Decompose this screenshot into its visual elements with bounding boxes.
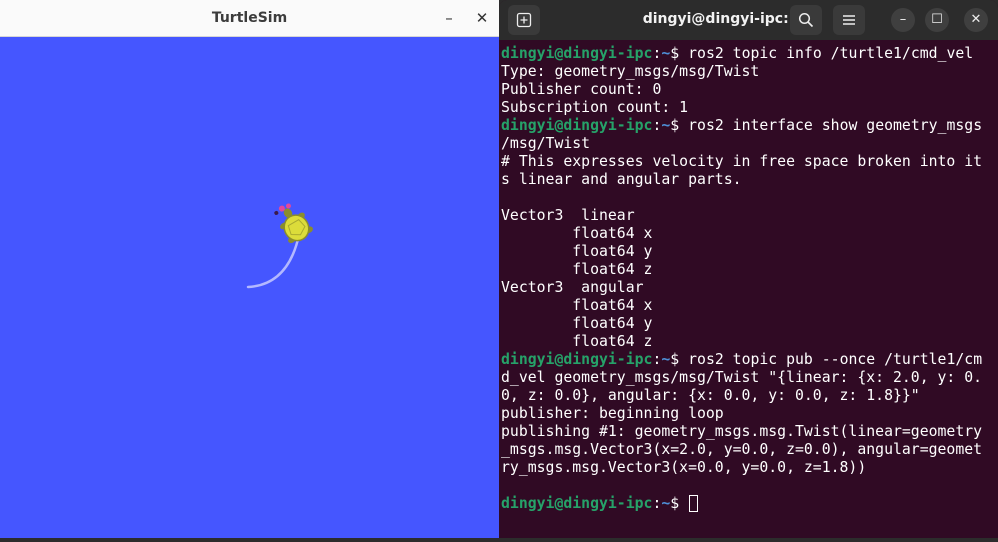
prompt-user: dingyi@dingyi-ipc: [501, 351, 653, 368]
terminal-headerbar[interactable]: dingyi@dingyi-ipc: ~ – ☐ ✕: [499, 0, 998, 40]
prompt-end: $: [670, 117, 689, 134]
output-line: s linear and angular parts.: [501, 171, 997, 189]
command-text: ros2 topic pub --once /turtle1/cm: [688, 351, 983, 368]
prompt-line: dingyi@dingyi-ipc:~$ ros2 interface show…: [501, 117, 997, 135]
output-text: ry_msgs.msg.Vector3(x=0.0, y=0.0, z=1.8)…: [501, 459, 867, 476]
output-line: Vector3 angular: [501, 279, 997, 297]
output-text: float64 x: [501, 225, 653, 242]
output-line: float64 x: [501, 225, 997, 243]
output-text: Type: geometry_msgs/msg/Twist: [501, 63, 760, 80]
output-line: publisher: beginning loop: [501, 405, 997, 423]
output-line: float64 z: [501, 261, 997, 279]
turtlesim-scene: [246, 203, 313, 289]
output-line: float64 y: [501, 315, 997, 333]
output-line: # This expresses velocity in free space …: [501, 153, 997, 171]
output-text: float64 y: [501, 243, 653, 260]
output-line: ry_msgs.msg.Vector3(x=0.0, y=0.0, z=1.8)…: [501, 459, 997, 477]
prompt-line: dingyi@dingyi-ipc:~$ ros2 topic info /tu…: [501, 45, 997, 63]
close-button[interactable]: ✕: [471, 7, 493, 29]
output-line: Subscription count: 1: [501, 99, 997, 117]
output-line: float64 x: [501, 297, 997, 315]
turtlesim-window: TurtleSim – ✕: [0, 0, 499, 538]
output-line: float64 y: [501, 243, 997, 261]
output-line: 0, z: 0.0}, angular: {x: 0.0, y: 0.0, z:…: [501, 387, 997, 405]
prompt-path: ~: [661, 351, 671, 368]
output-text: Vector3 linear: [501, 207, 635, 224]
minimize-button[interactable]: –: [438, 7, 460, 29]
terminal-window: dingyi@dingyi-ipc: ~ – ☐ ✕ dingyi@dingyi…: [499, 0, 998, 538]
turtlesim-canvas: [0, 37, 499, 538]
prompt-path: ~: [661, 495, 671, 512]
output-text: _msgs.msg.Vector3(x=2.0, y=0.0, z=0.0), …: [501, 441, 983, 458]
output-line: float64 z: [501, 333, 997, 351]
command-text: ros2 topic info /turtle1/cmd_vel: [688, 45, 974, 62]
prompt-path: ~: [661, 117, 671, 134]
output-text: /msg/Twist: [501, 135, 591, 152]
output-line: /msg/Twist: [501, 135, 997, 153]
output-line: Publisher count: 0: [501, 81, 997, 99]
prompt-end: $: [670, 45, 689, 62]
turtle-icon: [274, 203, 313, 244]
command-text: ros2 interface show geometry_msgs: [688, 117, 983, 134]
output-text: Vector3 angular: [501, 279, 644, 296]
output-text: Subscription count: 1: [501, 99, 689, 116]
maximize-button[interactable]: ☐: [925, 8, 949, 32]
output-text: Publisher count: 0: [501, 81, 662, 98]
output-text: 0, z: 0.0}, angular: {x: 0.0, y: 0.0, z:…: [501, 387, 920, 404]
window-title: TurtleSim: [211, 10, 288, 26]
output-text: float64 z: [501, 261, 653, 278]
minimize-button[interactable]: –: [891, 8, 915, 32]
search-icon: [798, 12, 814, 28]
output-line: Type: geometry_msgs/msg/Twist: [501, 63, 997, 81]
new-tab-icon: [516, 12, 532, 28]
hamburger-menu-icon: [843, 15, 855, 25]
prompt-path: ~: [661, 45, 671, 62]
menu-button[interactable]: [833, 5, 865, 35]
prompt-user: dingyi@dingyi-ipc: [501, 495, 653, 512]
output-text: # This expresses velocity in free space …: [501, 153, 983, 170]
prompt-user: dingyi@dingyi-ipc: [501, 45, 653, 62]
output-text: publisher: beginning loop: [501, 405, 724, 422]
output-text: float64 y: [501, 315, 653, 332]
prompt-end: $: [670, 351, 689, 368]
output-text: float64 z: [501, 333, 653, 350]
close-button[interactable]: ✕: [964, 8, 988, 32]
output-text: float64 x: [501, 297, 653, 314]
prompt-line: dingyi@dingyi-ipc:~$ ros2 topic pub --on…: [501, 351, 997, 369]
terminal-cursor: [689, 495, 699, 512]
terminal-output[interactable]: dingyi@dingyi-ipc:~$ ros2 topic info /tu…: [501, 45, 997, 513]
output-line: Vector3 linear: [501, 207, 997, 225]
prompt-end: $: [670, 495, 689, 512]
output-line: _msgs.msg.Vector3(x=2.0, y=0.0, z=0.0), …: [501, 441, 997, 459]
prompt-line: dingyi@dingyi-ipc:~$: [501, 495, 997, 513]
new-tab-button[interactable]: [508, 5, 540, 35]
output-line: publishing #1: geometry_msgs.msg.Twist(l…: [501, 423, 997, 441]
output-line: d_vel geometry_msgs/msg/Twist "{linear: …: [501, 369, 997, 387]
search-button[interactable]: [790, 5, 822, 35]
prompt-user: dingyi@dingyi-ipc: [501, 117, 653, 134]
output-text: s linear and angular parts.: [501, 171, 742, 188]
output-text: d_vel geometry_msgs/msg/Twist "{linear: …: [501, 369, 983, 386]
turtlesim-titlebar[interactable]: TurtleSim – ✕: [0, 0, 499, 37]
output-text: publishing #1: geometry_msgs.msg.Twist(l…: [501, 423, 983, 440]
